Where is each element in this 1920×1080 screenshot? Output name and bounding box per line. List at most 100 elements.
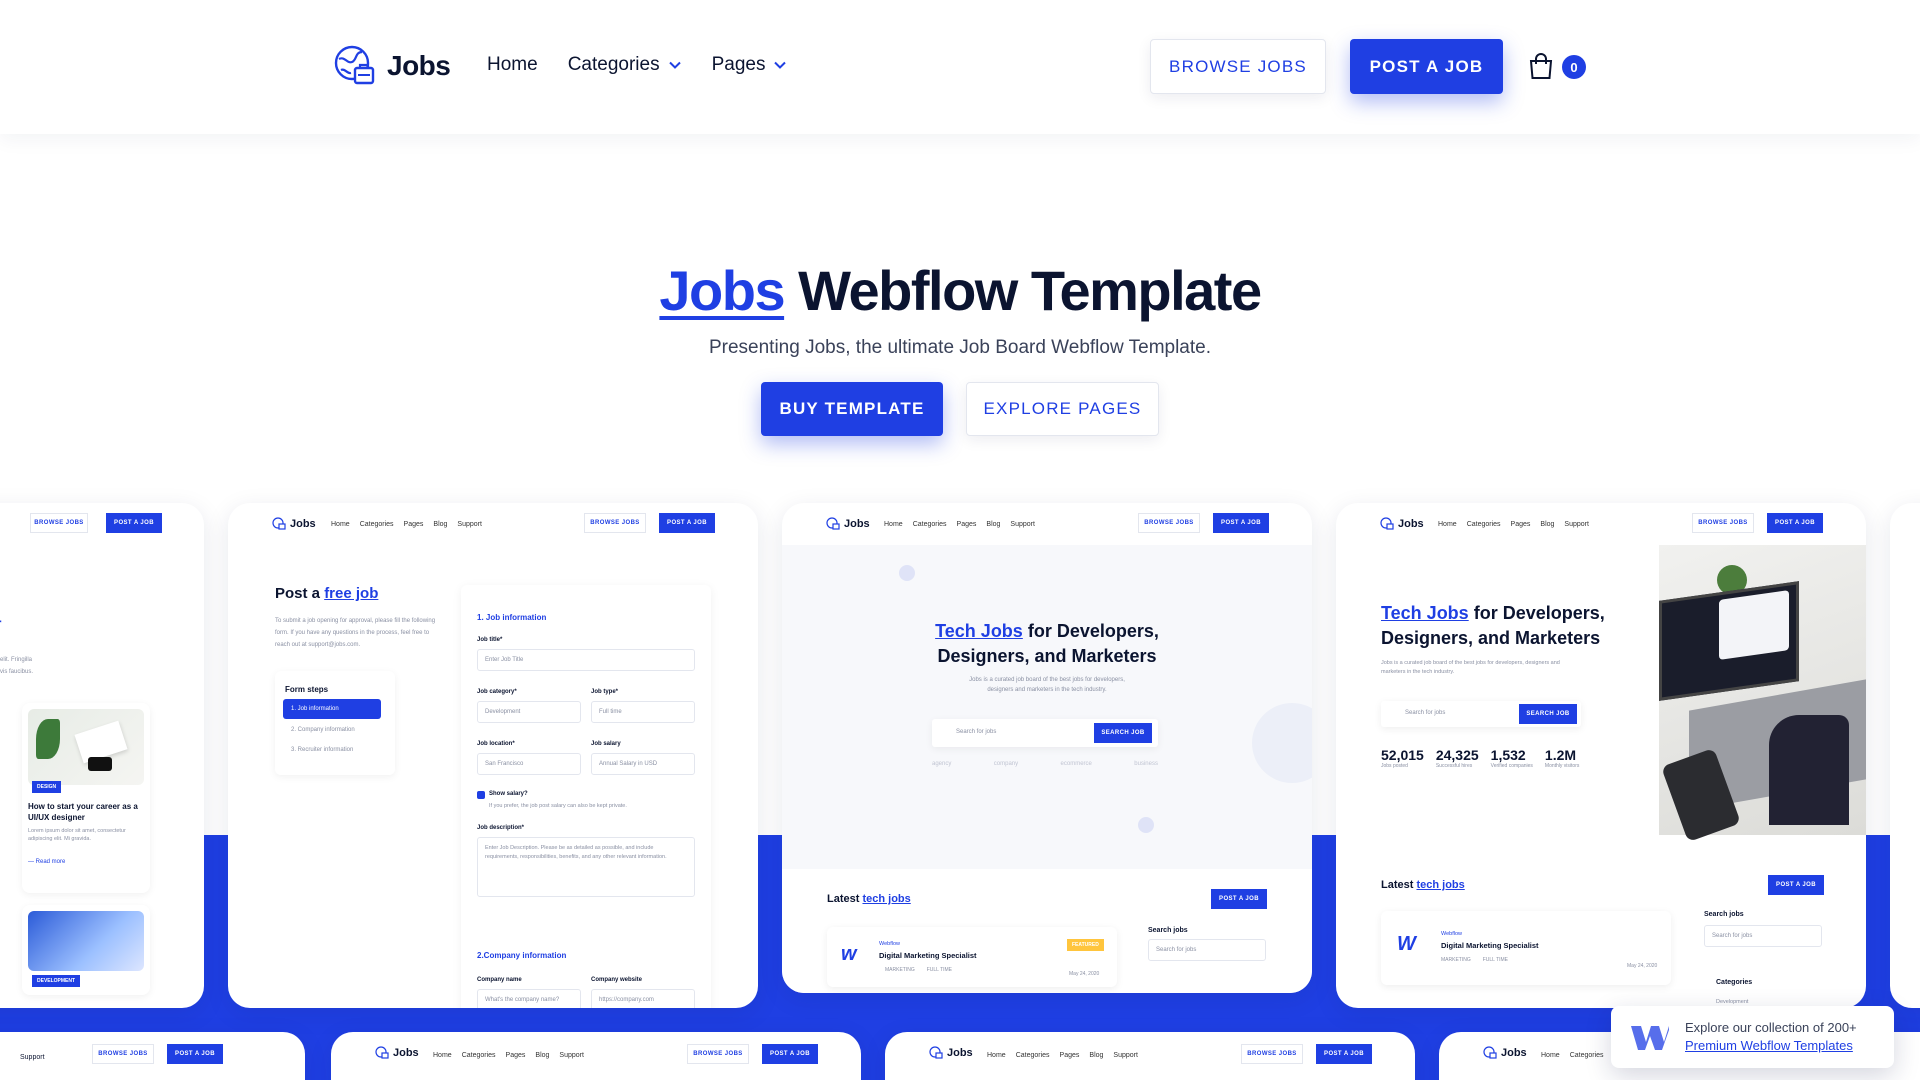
job-form-panel: 1. Job information Job title* Enter Job … — [461, 585, 711, 1008]
templates-promo-toast[interactable]: Explore our collection of 200+ Premium W… — [1611, 1006, 1894, 1068]
mini-browse-button: BROWSE JOBS — [1241, 1044, 1303, 1064]
mini-nav-pages: Pages — [505, 1052, 526, 1059]
nav-link-home[interactable]: Home — [487, 54, 538, 76]
explore-pages-button[interactable]: EXPLORE PAGES — [966, 382, 1159, 436]
mini-nav-links: Home Categories Pages Blog Support — [987, 1052, 1138, 1059]
logo-business: business — [1134, 761, 1158, 767]
blog-headline: How to start your career as a UI/UX desi… — [28, 802, 138, 822]
top-navbar: Jobs Home Categories Pages BROWSE JOBS P… — [0, 0, 1920, 134]
browse-jobs-button[interactable]: BROWSE JOBS — [1150, 39, 1326, 94]
mini-post-button: POST A JOB — [659, 513, 715, 533]
show-salary-checkbox — [477, 791, 485, 799]
nav-link-label: Pages — [711, 54, 766, 75]
blog-post-card: DESIGN How to start your career as a UI/… — [22, 703, 150, 893]
decor-dot-2 — [1138, 817, 1154, 833]
company-website-label: Company website — [591, 977, 643, 983]
laptop-photo — [1659, 545, 1866, 843]
mini-nav-categories: Categories — [912, 521, 947, 528]
blog-read-more[interactable]: — Read more — [28, 859, 65, 865]
stat-value: 1.2M — [1544, 747, 1577, 763]
job-description-field: Enter Job Description. Please be as deta… — [477, 837, 695, 897]
latest-plain: Latest — [827, 893, 863, 905]
mini-post-button: POST A JOB — [167, 1044, 223, 1064]
home-a-job-title: Digital Marketing Specialist — [879, 951, 977, 960]
chevron-down-icon — [668, 61, 681, 69]
decor-circle — [1252, 703, 1312, 783]
hero-subtitle: Presenting Jobs, the ultimate Job Board … — [708, 337, 1211, 358]
form-step-1: 1. Job information — [283, 699, 381, 719]
blog-tag-design: DESIGN — [32, 781, 62, 793]
mini-nav-links: Home Categories Pages Blog Support — [433, 1052, 584, 1059]
job-title-label: Job title* — [477, 637, 503, 643]
globe-briefcase-icon — [334, 45, 375, 85]
home-a-job-meta: MARKETING FULL TIME — [885, 967, 952, 973]
preview-card-blog: BROWSE JOBS POST A JOB r elit. Fringilla… — [0, 503, 204, 1008]
stat-label: Verified companies — [1490, 763, 1533, 769]
home-b-title-rest: for Developers, — [1468, 603, 1605, 623]
post-job-button[interactable]: POST A JOB — [1350, 39, 1503, 94]
nav-link-label: Categories — [567, 54, 660, 75]
post-job-desc: To submit a job opening for approval, pl… — [275, 618, 436, 648]
blog-post-card-2: DEVELOPMENT — [22, 905, 150, 995]
mini-nav-blog: Blog — [986, 521, 1001, 528]
blog-post-image-2 — [28, 911, 144, 971]
home-a-search-side-title: Search jobs — [1148, 927, 1188, 934]
nav-link-pages[interactable]: Pages — [712, 54, 788, 76]
mini-browse-button: BROWSE JOBS — [687, 1044, 749, 1064]
mini-nav-support: Support — [20, 1054, 45, 1061]
toast-text: Explore our collection of 200+ Premium W… — [1685, 1019, 1857, 1055]
mini-nav-blog: Blog — [535, 1052, 550, 1059]
shopping-bag-icon[interactable] — [1528, 52, 1554, 80]
logo-agency: agency — [932, 761, 952, 767]
mini-nav-home: Home — [884, 521, 903, 528]
preview-card-row2-2: Jobs Home Categories Pages Blog Support … — [331, 1032, 861, 1080]
nav-links: Home Categories Pages — [487, 54, 787, 76]
mini-brand-name: Jobs — [844, 518, 870, 530]
preview-card-partial-right — [1890, 503, 1920, 1008]
stat-value: 52,015 — [1381, 747, 1424, 763]
nav-link-categories[interactable]: Categories — [568, 54, 682, 76]
job-meta-type: FULL TIME — [1482, 957, 1509, 963]
brand-logo[interactable]: Jobs — [333, 44, 451, 88]
mini-browse-button: BROWSE JOBS — [30, 513, 88, 533]
blog-read-more-label: Read more — [35, 859, 66, 865]
mini-nav-links: Home Categories Pages Blog Support — [884, 521, 1035, 528]
form-section-2-title: 2.Company information — [477, 951, 567, 960]
mini-post-button: POST A JOB — [1213, 513, 1269, 533]
mini-nav-links: Home Categories Pages Blog Support — [1438, 521, 1589, 528]
home-b-search-side-field: Search for jobs — [1704, 925, 1822, 947]
mini-nav-support: Support — [1113, 1052, 1138, 1059]
premium-templates-link[interactable]: Premium Webflow Templates — [1685, 1037, 1857, 1055]
home-b-search-bar: Search for jobs SEARCH JOB — [1381, 701, 1581, 727]
job-meta-category: MARKETING — [1441, 957, 1471, 963]
home-a-title-accent: Tech Jobs — [935, 621, 1023, 641]
mini-nav-categories: Categories — [461, 1052, 496, 1059]
home-a-title-rest: for Developers, — [1022, 621, 1159, 641]
mini-brand: Jobs — [272, 517, 316, 531]
home-b-title: Tech Jobs for Developers, Designers, and… — [1381, 601, 1605, 651]
mini-nav-blog: Blog — [433, 521, 448, 528]
home-a-search-button: SEARCH JOB — [1094, 723, 1152, 743]
mini-brand-name: Jobs — [1501, 1047, 1527, 1059]
stat-label: Monthly visitors — [1544, 763, 1580, 769]
job-location-field: San Francisco — [477, 753, 581, 775]
mini-nav-pages: Pages — [956, 521, 977, 528]
preview-card-row2-1: Support BROWSE JOBS POST A JOB — [0, 1032, 305, 1080]
mini-nav-support: Support — [457, 521, 482, 528]
home-b-stats: 52,015 Jobs posted 24,325 Successful hires… — [1381, 747, 1579, 769]
home-b-search-button: SEARCH JOB — [1519, 704, 1577, 724]
mini-nav-links: Home Categories Pages Blog Support — [331, 521, 482, 528]
globe-briefcase-icon — [272, 517, 286, 530]
buy-template-button[interactable]: BUY TEMPLATE — [761, 382, 943, 436]
mini-brand: Jobs — [1483, 1046, 1527, 1060]
mini-post-button: POST A JOB — [106, 513, 162, 533]
job-category-label: Job category* — [477, 689, 517, 695]
mini-brand-name: Jobs — [290, 518, 316, 530]
home-a-post-button: POST A JOB — [1211, 889, 1267, 909]
mini-post-button: POST A JOB — [1767, 513, 1823, 533]
mini-browse-button: BROWSE JOBS — [1138, 513, 1200, 533]
globe-briefcase-icon — [826, 517, 840, 530]
home-b-job-meta: MARKETING FULL TIME — [1441, 957, 1508, 963]
mini-post-button: POST A JOB — [1316, 1044, 1372, 1064]
post-job-title-plain: Post a — [275, 585, 325, 602]
